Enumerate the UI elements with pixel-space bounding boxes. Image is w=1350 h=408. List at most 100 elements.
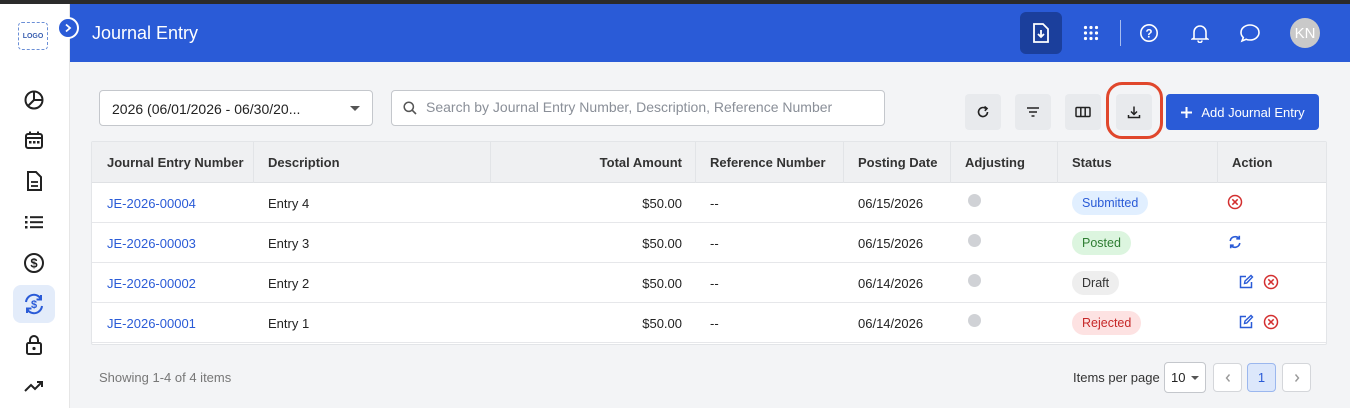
previous-page-button[interactable] <box>1213 363 1242 392</box>
fiscal-year-select[interactable]: 2026 (06/01/2026 - 06/30/20... <box>99 90 373 126</box>
reference-cell: -- <box>710 236 719 251</box>
column-header[interactable]: Reference Number <box>710 155 826 170</box>
add-journal-entry-button[interactable]: Add Journal Entry <box>1166 94 1319 130</box>
avatar[interactable]: KN <box>1290 18 1320 48</box>
document-icon[interactable] <box>13 162 55 200</box>
trending-icon[interactable] <box>13 367 55 405</box>
calendar-icon[interactable] <box>13 121 55 159</box>
column-divider[interactable] <box>253 142 254 183</box>
posting-date-cell: 06/15/2026 <box>858 236 924 251</box>
cancel-button[interactable] <box>1263 314 1279 335</box>
search-icon <box>403 101 417 115</box>
reference-cell: -- <box>710 196 719 211</box>
dollar-icon[interactable]: $ <box>13 244 55 282</box>
items-per-page-label: Items per page <box>1073 370 1160 385</box>
amount-cell: $50.00 <box>642 236 682 251</box>
chevron-left-icon <box>1225 373 1230 382</box>
edit-button[interactable] <box>1238 314 1254 335</box>
cancel-button[interactable] <box>1227 194 1243 215</box>
status-badge: Rejected <box>1072 311 1142 335</box>
top-bar: Journal Entry ? KN <box>70 4 1350 62</box>
reverse-button[interactable] <box>1227 234 1243 255</box>
columns-button[interactable] <box>1065 94 1101 130</box>
chat-button[interactable] <box>1229 12 1271 54</box>
fiscal-year-value: 2026 (06/01/2026 - 06/30/20... <box>112 101 301 117</box>
column-header[interactable]: Adjusting <box>965 155 1025 170</box>
table-row: JE-2026-00001 Entry 1 $50.00 -- 06/14/20… <box>92 303 1326 343</box>
entry-number-link[interactable]: JE-2026-00003 <box>107 236 196 251</box>
table-row: JE-2026-00004 Entry 4 $50.00 -- 06/15/20… <box>92 183 1326 223</box>
status-badge: Submitted <box>1072 191 1149 215</box>
chevron-right-icon <box>1294 373 1299 382</box>
sidebar-expand-button[interactable] <box>57 17 79 39</box>
help-button[interactable]: ? <box>1128 12 1170 54</box>
column-header[interactable]: Posting Date <box>858 155 937 170</box>
reference-cell: -- <box>710 316 719 331</box>
description-cell: Entry 2 <box>268 276 310 291</box>
list-icon[interactable] <box>13 203 55 241</box>
reverse-icon <box>1229 235 1241 249</box>
journal-entry-table: Journal Entry Number Description Total A… <box>91 141 1327 345</box>
column-header[interactable]: Action <box>1232 155 1272 170</box>
next-page-button[interactable] <box>1282 363 1311 392</box>
column-divider[interactable] <box>490 142 491 183</box>
search-input[interactable] <box>426 99 876 115</box>
status-badge: Draft <box>1072 271 1120 295</box>
amount-cell: $50.00 <box>642 196 682 211</box>
page-button-current[interactable]: 1 <box>1247 363 1276 392</box>
svg-text:$: $ <box>30 256 38 271</box>
items-per-page-select[interactable]: 10 <box>1164 362 1206 393</box>
entry-number-link[interactable]: JE-2026-00002 <box>107 276 196 291</box>
column-divider[interactable] <box>1057 142 1058 183</box>
filter-button[interactable] <box>1015 94 1051 130</box>
lock-icon[interactable] <box>13 326 55 364</box>
chevron-right-icon <box>65 23 72 33</box>
notifications-button[interactable] <box>1179 12 1221 54</box>
dashboard-icon[interactable] <box>13 81 55 119</box>
filter-icon <box>1027 107 1039 117</box>
column-divider[interactable] <box>695 142 696 183</box>
table-header: Journal Entry Number Description Total A… <box>92 142 1326 183</box>
refresh-icon <box>977 105 989 118</box>
help-icon: ? <box>1140 24 1158 42</box>
posting-date-cell: 06/14/2026 <box>858 316 924 331</box>
amount-cell: $50.00 <box>642 316 682 331</box>
column-divider[interactable] <box>950 142 951 183</box>
adjusting-indicator <box>968 314 981 327</box>
currency-exchange-icon[interactable]: $ <box>13 285 55 323</box>
add-journal-entry-label: Add Journal Entry <box>1201 104 1305 120</box>
adjusting-indicator <box>968 194 981 207</box>
search-box[interactable] <box>391 90 885 126</box>
plus-icon <box>1181 106 1193 118</box>
entry-number-link[interactable]: JE-2026-00001 <box>107 316 196 331</box>
edit-icon <box>1239 314 1254 329</box>
svg-text:$: $ <box>31 299 37 311</box>
cancel-button[interactable] <box>1263 274 1279 295</box>
description-cell: Entry 1 <box>268 316 310 331</box>
entry-number-link[interactable]: JE-2026-00004 <box>107 196 196 211</box>
caret-down-icon <box>350 106 360 111</box>
column-header[interactable]: Journal Entry Number <box>107 155 244 170</box>
apps-button[interactable] <box>1070 12 1112 54</box>
sidebar: LOGO $ $ <box>0 4 70 408</box>
reference-cell: -- <box>710 276 719 291</box>
description-cell: Entry 4 <box>268 196 310 211</box>
refresh-button[interactable] <box>965 94 1001 130</box>
bell-icon <box>1191 25 1209 43</box>
column-header[interactable]: Total Amount <box>600 155 682 170</box>
column-divider[interactable] <box>1217 142 1218 183</box>
adjusting-indicator <box>968 234 981 247</box>
column-header[interactable]: Description <box>268 155 340 170</box>
export-button[interactable] <box>1020 12 1062 54</box>
logo: LOGO <box>18 22 48 50</box>
items-per-page-value: 10 <box>1171 370 1186 385</box>
column-divider[interactable] <box>843 142 844 183</box>
edit-button[interactable] <box>1238 274 1254 295</box>
columns-icon <box>1075 106 1091 118</box>
caret-down-icon <box>1191 376 1199 380</box>
column-header[interactable]: Status <box>1072 155 1112 170</box>
download-highlight-ring <box>1106 82 1163 139</box>
amount-cell: $50.00 <box>642 276 682 291</box>
posting-date-cell: 06/14/2026 <box>858 276 924 291</box>
status-badge: Posted <box>1072 231 1131 255</box>
